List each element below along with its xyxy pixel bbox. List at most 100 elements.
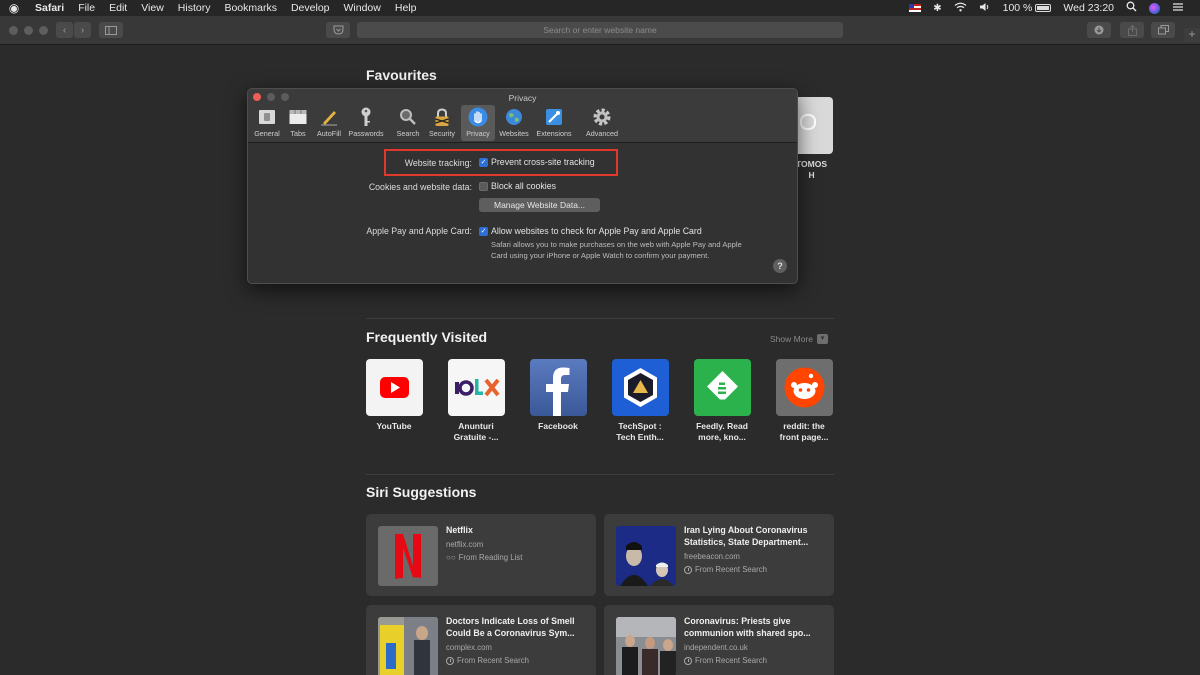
manage-website-data-button[interactable]: Manage Website Data... — [479, 198, 600, 212]
suggestion-domain: freebeacon.com — [684, 552, 740, 561]
pane-passwords[interactable]: Passwords — [348, 105, 384, 141]
menu-safari[interactable]: Safari — [28, 2, 71, 14]
block-cookies-label[interactable]: Block all cookies — [491, 181, 556, 191]
apple-pay-label: Apple Pay and Apple Card: — [366, 226, 472, 236]
frequent-site-label: Facebook — [522, 421, 594, 432]
suggestion-source: From Recent Search — [446, 656, 529, 665]
menu-file[interactable]: File — [71, 2, 102, 14]
pane-websites[interactable]: Websites — [497, 105, 531, 141]
pane-privacy[interactable]: Privacy — [461, 105, 495, 141]
frequent-site-olx[interactable] — [448, 359, 505, 416]
address-bar[interactable]: Search or enter website name — [357, 22, 843, 38]
checkmark-icon: ✓ — [480, 228, 487, 235]
article-thumbnail — [616, 526, 676, 586]
suggestion-domain: independent.co.uk — [684, 643, 748, 652]
pane-autofill[interactable]: AutoFill — [312, 105, 346, 141]
pane-label: Passwords — [348, 129, 384, 138]
suggestion-title: Doctors Indicate Loss of Smell Could Be … — [446, 616, 575, 638]
pane-label: Extensions — [536, 129, 572, 138]
menu-help[interactable]: Help — [388, 2, 424, 14]
frequent-site-techspot[interactable] — [612, 359, 669, 416]
menu-edit[interactable]: Edit — [102, 2, 134, 14]
recent-search-clock-icon — [446, 656, 454, 665]
frequent-site-label: Feedly. Read more, kno... — [686, 421, 758, 443]
volume-icon[interactable] — [979, 2, 991, 15]
sidebar-button[interactable] — [99, 22, 123, 38]
back-button[interactable]: ‹ — [56, 22, 73, 38]
share-button[interactable] — [1120, 22, 1144, 38]
pane-advanced[interactable]: Advanced — [585, 105, 619, 141]
netflix-logo-icon — [395, 534, 421, 579]
suggestion-source: ○○ From Reading List — [446, 553, 522, 562]
help-button[interactable]: ? — [773, 259, 787, 273]
frequent-site-youtube[interactable] — [366, 359, 423, 416]
pane-tabs[interactable]: Tabs — [281, 105, 315, 141]
window-close-button[interactable] — [9, 26, 18, 35]
favourites-title: Favourites — [366, 67, 437, 83]
article-photo-icon — [378, 617, 438, 675]
pane-general[interactable]: General — [250, 105, 284, 141]
suggestion-source: From Recent Search — [684, 565, 767, 574]
safari-toolbar: ‹ › Search or enter website name — [0, 16, 1200, 45]
suggestion-card-independent[interactable]: Coronavirus: Priests give communion with… — [604, 605, 834, 675]
suggestion-title: Netflix — [446, 525, 473, 535]
siri-suggestions-title: Siri Suggestions — [366, 484, 477, 500]
tab-overview-button[interactable] — [1151, 22, 1175, 38]
frequent-site-facebook[interactable] — [530, 359, 587, 416]
suggestion-source-label: From Reading List — [458, 553, 523, 562]
apple-menu-icon[interactable]: ◉ — [0, 1, 28, 15]
menu-bookmarks[interactable]: Bookmarks — [217, 2, 284, 14]
window-minimize-button[interactable] — [24, 26, 33, 35]
chevron-right-icon: › — [80, 24, 85, 36]
suggestion-source-label: From Recent Search — [457, 656, 529, 665]
frequent-site-label: reddit: the front page... — [768, 421, 840, 443]
notification-center-icon[interactable] — [1172, 2, 1184, 15]
apple-pay-option-label[interactable]: Allow websites to check for Apple Pay an… — [491, 226, 702, 236]
frequent-site-feedly[interactable] — [694, 359, 751, 416]
privacy-preferences-dialog: Privacy General Tabs AutoFill Passwords … — [247, 88, 798, 284]
clock[interactable]: Wed 23:20 — [1063, 2, 1114, 14]
general-switch-icon — [257, 107, 277, 127]
downloads-button[interactable] — [1087, 22, 1111, 38]
input-source-flag-icon[interactable] — [909, 4, 922, 12]
menu-develop[interactable]: Develop — [284, 2, 337, 14]
window-zoom-button[interactable] — [39, 26, 48, 35]
cookies-label: Cookies and website data: — [368, 182, 472, 192]
pane-label: Advanced — [586, 129, 618, 138]
pane-extensions[interactable]: Extensions — [536, 105, 572, 141]
frequent-site-reddit[interactable] — [776, 359, 833, 416]
pane-label: Security — [429, 129, 455, 138]
apple-pay-checkbox[interactable]: ✓ — [479, 227, 488, 236]
reading-list-icon: ○○ — [446, 553, 456, 562]
site-label-line1: YouTube — [376, 421, 412, 431]
spotlight-search-icon[interactable] — [1126, 1, 1137, 15]
show-more-toggle[interactable]: Show More ▾ — [770, 334, 828, 344]
article-photo-icon — [616, 617, 676, 675]
key-icon — [356, 107, 376, 127]
suggestion-card-complex[interactable]: Doctors Indicate Loss of Smell Could Be … — [366, 605, 596, 675]
suggestion-card-freebeacon[interactable]: Iran Lying About Coronavirus Statistics,… — [604, 514, 834, 596]
wifi-icon[interactable] — [954, 2, 967, 15]
menu-history[interactable]: History — [171, 2, 218, 14]
article-thumbnail — [378, 617, 438, 675]
menu-view[interactable]: View — [134, 2, 171, 14]
article-photo-icon — [616, 526, 676, 586]
siri-icon[interactable] — [1149, 2, 1160, 14]
menu-window[interactable]: Window — [337, 2, 388, 14]
bluetooth-icon[interactable]: ✱ — [933, 3, 941, 14]
pane-label: AutoFill — [317, 129, 341, 138]
suggestion-title: Iran Lying About Coronavirus Statistics,… — [684, 525, 809, 547]
favourite-label-partial[interactable]: TOMOS H — [796, 159, 827, 181]
pane-label: Privacy — [466, 129, 490, 138]
forward-button[interactable]: › — [74, 22, 91, 38]
new-tab-button[interactable]: + — [1184, 28, 1200, 42]
pane-search[interactable]: Search — [391, 105, 425, 141]
site-label-line2: Gratuite -... — [453, 432, 499, 442]
pane-security[interactable]: Security — [425, 105, 459, 141]
suggestion-card-netflix[interactable]: Netflix netflix.com ○○ From Reading List — [366, 514, 596, 596]
pocket-button[interactable] — [326, 22, 350, 38]
extensions-icon — [544, 107, 564, 127]
block-cookies-checkbox[interactable] — [479, 182, 488, 191]
battery-status[interactable]: 100 % — [1003, 2, 1052, 14]
olx-logo-icon — [455, 378, 500, 397]
